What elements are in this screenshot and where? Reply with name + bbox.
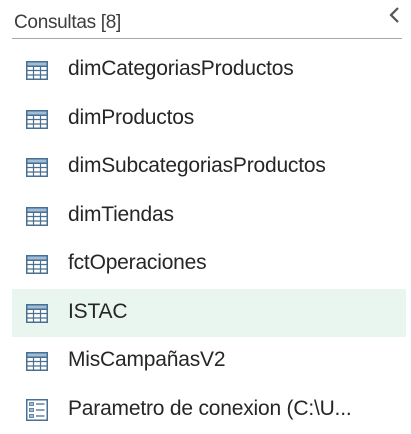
query-list: dimCategoriasProductos dimProductos xyxy=(12,46,406,434)
table-icon xyxy=(26,110,48,129)
collapse-pane-button[interactable] xyxy=(385,4,411,28)
query-item-label: dimProductos xyxy=(68,106,194,130)
query-item-label: dimSubcategoriasProductos xyxy=(68,154,326,178)
table-icon xyxy=(26,255,48,274)
query-item-dimtiendas[interactable]: dimTiendas xyxy=(12,192,406,241)
query-item-label: MisCampañasV2 xyxy=(68,348,225,372)
chevron-left-icon xyxy=(385,4,411,28)
table-icon xyxy=(26,207,48,226)
query-item-dimsubcategoriasproductos[interactable]: dimSubcategoriasProductos xyxy=(12,143,406,192)
query-item-parametro-de-conexion[interactable]: Parametro de conexion (C:\U... xyxy=(12,386,406,434)
query-item-fctoperaciones[interactable]: fctOperaciones xyxy=(12,240,406,289)
query-item-label: dimCategoriasProductos xyxy=(68,57,294,81)
table-icon xyxy=(26,304,48,323)
query-item-label: fctOperaciones xyxy=(68,251,206,275)
query-item-label: dimTiendas xyxy=(68,203,174,227)
query-item-label: ISTAC xyxy=(68,300,127,324)
queries-pane-header: Consultas [8] xyxy=(12,8,402,39)
query-item-istac[interactable]: ISTAC xyxy=(12,289,406,338)
queries-pane-title: Consultas [8] xyxy=(14,12,121,34)
query-item-dimproductos[interactable]: dimProductos xyxy=(12,95,406,144)
table-icon xyxy=(26,61,48,80)
table-icon xyxy=(26,158,48,177)
query-item-miscampanasv2[interactable]: MisCampañasV2 xyxy=(12,337,406,386)
table-icon xyxy=(26,352,48,371)
queries-pane: Consultas [8] dimCategoriasProductos xyxy=(0,0,411,417)
query-item-dimcategoriasproductos[interactable]: dimCategoriasProductos xyxy=(12,46,406,95)
